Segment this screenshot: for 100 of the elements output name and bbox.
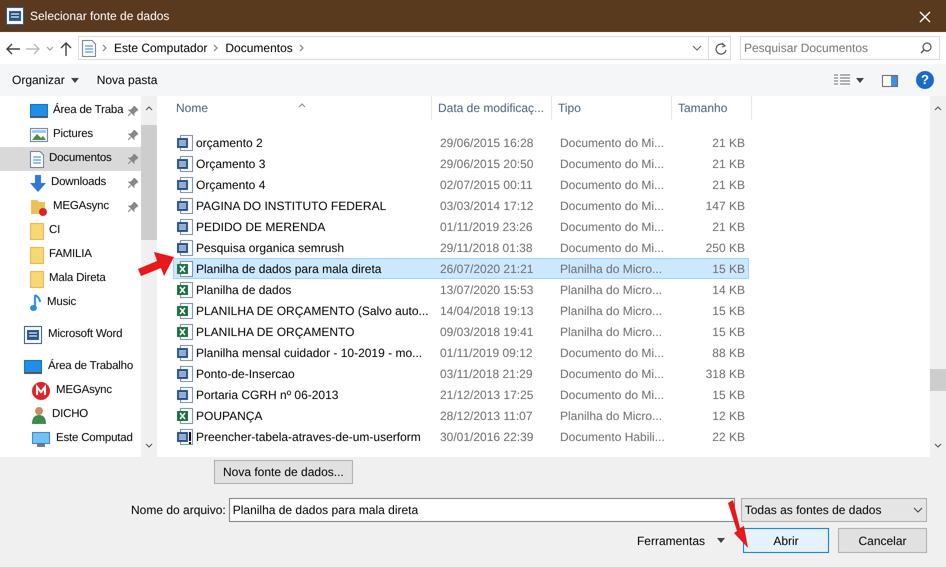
file-type: Documento do Mi... (560, 218, 664, 236)
search-field[interactable]: Pesquisar Documentos (740, 36, 940, 60)
download-arrow-icon (30, 174, 46, 192)
file-row[interactable]: Planilha de dados 13/07/2020 15:53 Planilha do Micro... 14 KB (173, 279, 749, 300)
file-row[interactable]: Planilha de dados para mala direta 26/07/2020 21:21 Planilha do Micro... 15 KB (173, 258, 749, 279)
chevron-right-icon (102, 44, 108, 52)
sidebar-item[interactable]: DICHO (0, 403, 142, 427)
file-size: 147 KB (706, 198, 745, 214)
sidebar-label: Este Computad (56, 431, 133, 446)
sidebar-label: DICHO (52, 407, 88, 422)
file-type: Documento do Mi... (560, 198, 664, 214)
sidebar-item[interactable]: MEGAsync (0, 379, 142, 403)
address-bar[interactable]: Este Computador Documentos (78, 36, 731, 60)
file-name: Portaria CGRH nº 06-2013 (196, 386, 338, 404)
scroll-down-icon (934, 443, 942, 448)
new-folder-button[interactable]: Nova pasta (96, 71, 158, 89)
view-options-button[interactable] (834, 74, 864, 86)
modified-date: 13/07/2020 15:53 (440, 282, 534, 298)
file-row[interactable]: PAGINA DO INSTITUTO FEDERAL 03/03/2014 17:12 Documento do Mi... 147 KB (173, 195, 749, 216)
file-row[interactable]: PLANILHA DE ORÇAMENTO (Salvo auto... 14/04/2018 19:13 Planilha do Micro... 15 KB (173, 300, 749, 321)
tools-dropdown-button[interactable] (717, 538, 725, 543)
sidebar-scrollbar[interactable] (141, 96, 157, 457)
file-type: Planilha do Micro... (560, 282, 662, 298)
file-size: 15 KB (712, 386, 745, 404)
sidebar-label: Microsoft Word (48, 327, 122, 342)
scrollbar-thumb[interactable] (141, 125, 157, 240)
scrollbar-thumb[interactable] (930, 369, 946, 391)
file-size: 15 KB (712, 302, 745, 320)
file-row[interactable]: Preencher-tabela-atraves-de-um-userform 30/01/2016 22:39 Documento Habili... 22 KB (173, 426, 749, 447)
file-row[interactable]: Orçamento 4 02/07/2015 00:11 Documento do Mi... 21 KB (173, 174, 749, 195)
file-row[interactable]: Pesquisa organica semrush 29/11/2018 01:38 Documento do Mi... 250 KB (173, 237, 749, 258)
caret-icon (46, 46, 54, 52)
file-row[interactable]: orçamento 2 29/06/2015 16:28 Documento do Mi... 21 KB (173, 132, 749, 153)
file-row[interactable]: Orçamento 3 29/06/2015 20:50 Documento do Mi... 21 KB (173, 153, 749, 174)
sidebar-item[interactable]: Documentos (0, 147, 142, 171)
file-type-dropdown[interactable]: Todas as fontes de dados (740, 498, 927, 522)
column-header[interactable]: Tamanho (678, 99, 728, 117)
sidebar-item[interactable]: Mala Direta (0, 267, 142, 291)
modified-date: 09/03/2018 19:41 (440, 324, 534, 340)
filename-label: Nome do arquivo: (131, 502, 226, 519)
file-list-scrollbar[interactable] (930, 96, 946, 457)
sidebar-item[interactable]: Área de Traba (0, 99, 142, 123)
file-type: Planilha do Micro... (560, 324, 662, 340)
file-row[interactable]: PEDIDO DE MERENDA 01/11/2019 23:26 Documento do Mi... 21 KB (173, 216, 749, 237)
spreadsheet-file-icon (177, 282, 193, 298)
sort-ascending-icon (298, 103, 306, 108)
document-file-icon (177, 240, 193, 256)
file-type: Planilha do Micro... (560, 408, 662, 424)
file-type: Documento do Mi... (560, 386, 664, 404)
tools-button[interactable]: Ferramentas (636, 532, 705, 550)
column-header[interactable]: Data de modificaç... (438, 99, 544, 117)
modified-date: 03/11/2018 21:29 (440, 366, 533, 382)
up-arrow-icon (60, 42, 72, 56)
file-row[interactable]: POUPANÇA 28/12/2013 11:07 Planilha do Micro... 12 KB (173, 405, 749, 426)
file-name: Planilha de dados para mala direta (196, 260, 382, 278)
open-button[interactable]: Abrir (743, 528, 829, 553)
breadcrumb-item[interactable]: Documentos (225, 39, 293, 57)
caret-icon (70, 78, 79, 82)
file-size: 21 KB (712, 176, 745, 194)
refresh-icon[interactable] (715, 42, 727, 54)
file-size: 21 KB (712, 218, 745, 236)
file-size: 21 KB (712, 156, 745, 172)
modified-date: 21/12/2013 17:25 (440, 386, 534, 404)
sidebar-item[interactable]: CI (0, 219, 142, 243)
cancel-button[interactable]: Cancelar (838, 528, 927, 553)
sidebar-item[interactable]: FAMILIA (0, 243, 142, 267)
details-view-icon (834, 74, 850, 86)
filename-field[interactable]: Planilha de dados para mala direta (228, 498, 735, 522)
sidebar-item[interactable]: Downloads (0, 171, 142, 195)
dropdown-chevron-icon[interactable] (692, 45, 702, 51)
sidebar-item[interactable]: MEGAsync (0, 195, 142, 219)
file-row[interactable]: Planilha mensal cuidador - 10-2019 - mo... 01/11/2019 09:12 Documento do Mi... 88 KB (173, 342, 749, 363)
sidebar-item[interactable]: Área de Trabalho (0, 355, 142, 379)
sidebar-label: Área de Traba (53, 102, 124, 118)
picture-icon (30, 128, 48, 142)
new-data-source-button[interactable]: Nova fonte de dados... (214, 460, 353, 484)
modified-date: 29/06/2015 20:50 (440, 156, 534, 172)
sidebar-item[interactable]: Music (0, 291, 142, 315)
spreadsheet-file-icon (177, 302, 193, 318)
help-button[interactable]: ? (916, 71, 934, 89)
file-size: 88 KB (712, 344, 745, 362)
file-size: 318 KB (706, 366, 745, 382)
column-header[interactable]: Nome (176, 99, 208, 117)
breadcrumb-item[interactable]: Este Computador (114, 39, 208, 57)
file-row[interactable]: Portaria CGRH nº 06-2013 21/12/2013 17:25 Documento do Mi... 15 KB (173, 384, 749, 405)
search-icon[interactable] (920, 42, 932, 54)
sidebar-item[interactable]: Pictures (0, 123, 142, 147)
sidebar-item[interactable]: Este Computad (0, 427, 142, 451)
file-row[interactable]: Ponto-de-Insercao 03/11/2018 21:29 Documento do Mi... 318 KB (173, 363, 749, 384)
file-row[interactable]: PLANILHA DE ORÇAMENTO 09/03/2018 19:41 Planilha do Micro... 15 KB (173, 321, 749, 342)
file-size: 250 KB (706, 240, 745, 256)
file-name: orçamento 2 (196, 134, 263, 152)
column-header[interactable]: Tipo (558, 99, 581, 117)
folder-icon (30, 198, 48, 216)
file-name: Planilha de dados (196, 282, 292, 298)
folder-icon (30, 246, 44, 264)
pin-icon (128, 202, 138, 212)
organize-button[interactable]: Organizar (12, 71, 79, 89)
sidebar-item[interactable]: Microsoft Word (0, 323, 142, 347)
monitor-icon (30, 104, 48, 118)
